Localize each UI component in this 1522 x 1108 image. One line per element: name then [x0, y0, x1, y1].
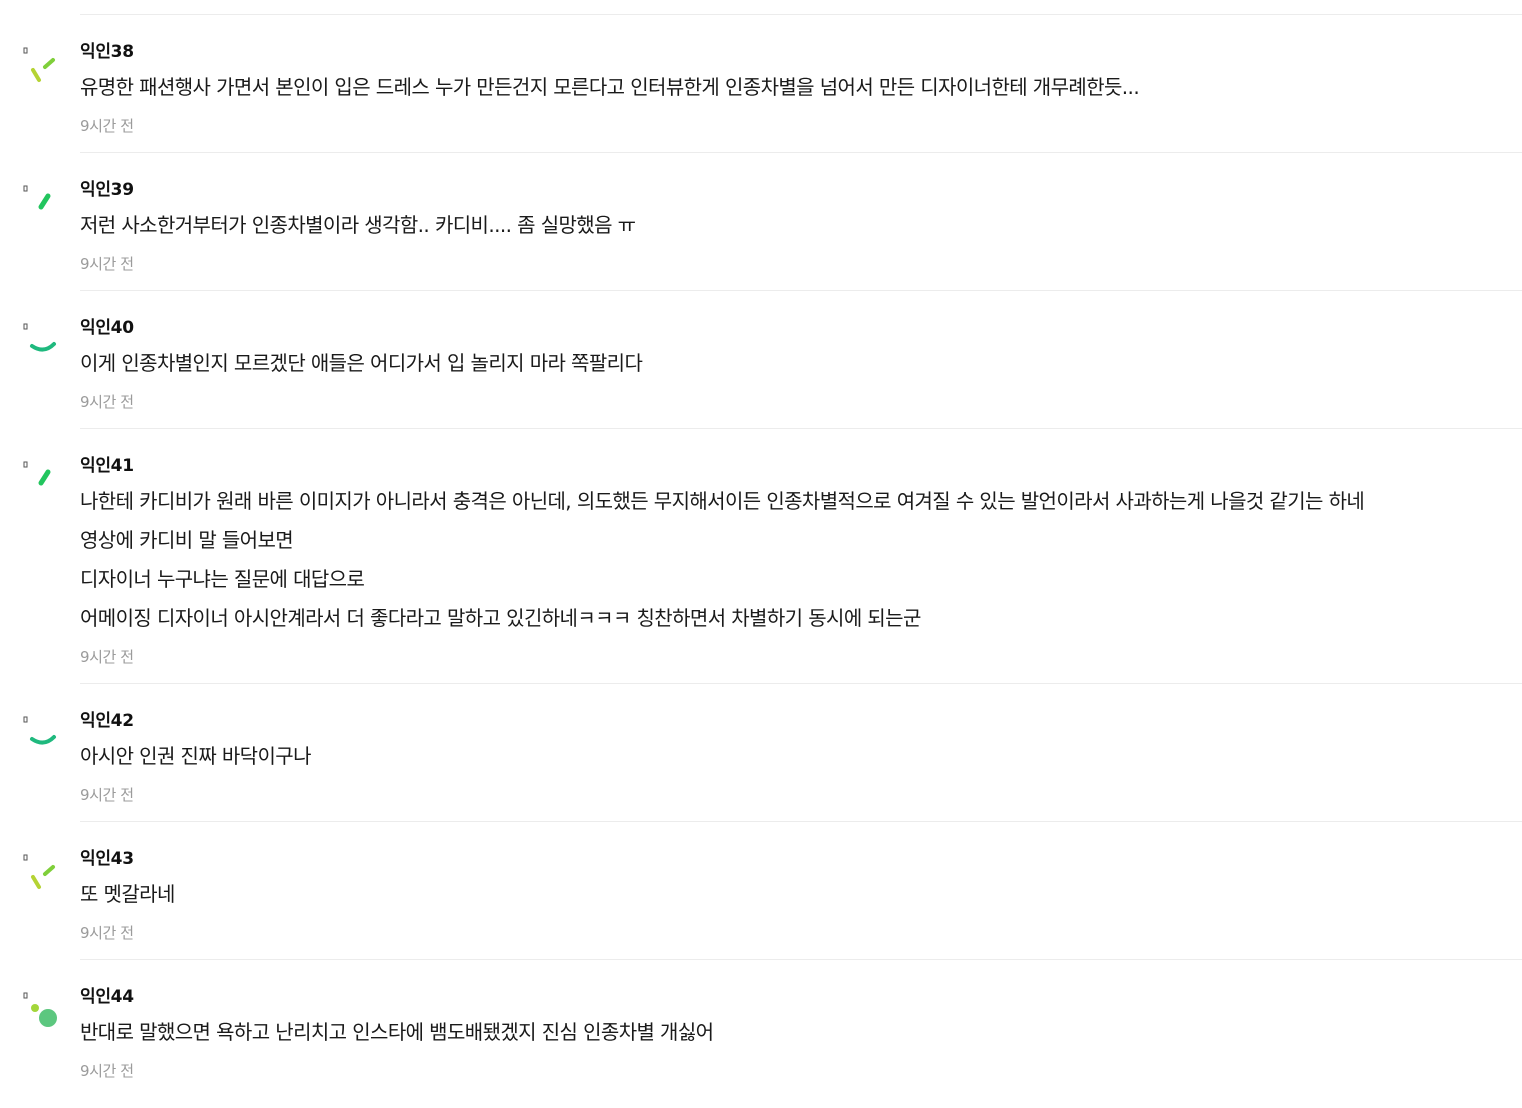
comment-author[interactable]: 익인39	[80, 178, 1522, 206]
comment-item: 익인41 나한테 카디비가 원래 바른 이미지가 아니라서 충격은 아닌데, 의…	[23, 429, 1522, 684]
avatar-teal-smile-icon[interactable]	[20, 715, 60, 755]
comment-item: 익인40 이게 인종차별인지 모르겠단 애들은 어디가서 입 놀리지 마라 쪽팔…	[23, 291, 1522, 429]
avatar-green-dots-icon[interactable]	[20, 991, 60, 1031]
comment-text: 반대로 말했으면 욕하고 난리치고 인스타에 뱀도배됐겠지 진심 인종차별 개싫…	[80, 1020, 714, 1044]
comment-author[interactable]: 익인40	[80, 316, 1522, 344]
comment-time: 9시간 전	[80, 1062, 134, 1080]
comment-item: 익인38 유명한 패션행사 가면서 본인이 입은 드레스 누가 만든건지 모른다…	[23, 15, 1522, 153]
comment-text: 디자이너 누구냐는 질문에 대답으로	[80, 567, 365, 591]
comment-time: 9시간 전	[80, 117, 134, 135]
avatar-lime-check-icon[interactable]	[20, 853, 60, 893]
avatar-green-slash-icon[interactable]	[20, 460, 60, 500]
avatar-green-slash-icon[interactable]	[20, 184, 60, 224]
comment-time: 9시간 전	[80, 648, 134, 666]
comment-author[interactable]: 익인38	[80, 40, 1522, 68]
comment-item: 익인42 아시안 인권 진짜 바닥이구나 9시간 전	[23, 684, 1522, 822]
comment-author[interactable]: 익인41	[80, 454, 1522, 482]
comment-text: 저런 사소한거부터가 인종차별이라 생각함.. 카디비.... 좀 실망했음 ㅠ	[80, 213, 636, 237]
comment-time: 9시간 전	[80, 393, 134, 411]
avatar-lime-check-icon[interactable]	[20, 46, 60, 86]
comment-author[interactable]: 익인44	[80, 985, 1522, 1013]
comment-text: 영상에 카디비 말 들어보면	[80, 528, 294, 552]
comment-author[interactable]: 익인43	[80, 847, 1522, 875]
comment-time: 9시간 전	[80, 924, 134, 942]
comment-item: 익인44 반대로 말했으면 욕하고 난리치고 인스타에 뱀도배됐겠지 진심 인종…	[23, 960, 1522, 1097]
comment-text: 아시안 인권 진짜 바닥이구나	[80, 744, 311, 768]
comment-text: 유명한 패션행사 가면서 본인이 입은 드레스 누가 만든건지 모른다고 인터뷰…	[80, 75, 1140, 99]
comment-text: 어메이징 디자이너 아시안계라서 더 좋다라고 말하고 있긴하네ㅋㅋㅋ 칭찬하면…	[80, 606, 921, 630]
avatar-teal-smile-icon[interactable]	[20, 322, 60, 362]
comment-list: 익인38 유명한 패션행사 가면서 본인이 입은 드레스 누가 만든건지 모른다…	[0, 15, 1522, 1097]
comment-time: 9시간 전	[80, 255, 134, 273]
comment-text: 이게 인종차별인지 모르겠단 애들은 어디가서 입 놀리지 마라 쪽팔리다	[80, 351, 643, 375]
comment-author[interactable]: 익인42	[80, 709, 1522, 737]
comment-item: 익인39 저런 사소한거부터가 인종차별이라 생각함.. 카디비.... 좀 실…	[23, 153, 1522, 291]
comment-item: 익인43 또 멧갈라네 9시간 전	[23, 822, 1522, 960]
comment-text: 또 멧갈라네	[80, 882, 175, 906]
comment-time: 9시간 전	[80, 786, 134, 804]
comment-text: 나한테 카디비가 원래 바른 이미지가 아니라서 충격은 아닌데, 의도했든 무…	[80, 489, 1365, 513]
